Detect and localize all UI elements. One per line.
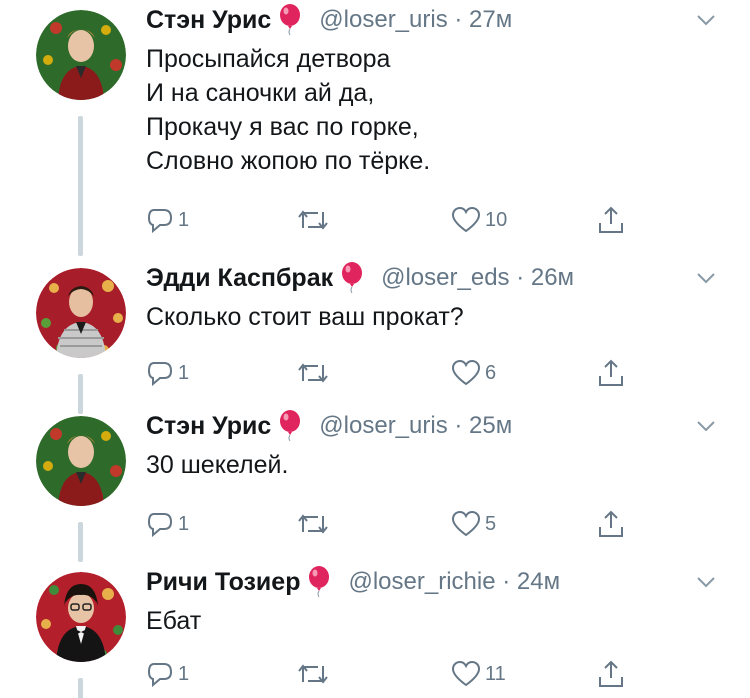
tweet-actions: 1 10	[146, 200, 646, 240]
share-icon	[599, 359, 623, 386]
tweet-actions: 1 6	[146, 353, 646, 393]
share-icon	[599, 510, 623, 537]
tweet[interactable]: Эдди Каспбрак @loser_eds · 26м Сколько с…	[0, 258, 750, 414]
reply-icon	[147, 513, 173, 538]
like-button[interactable]: 6	[451, 353, 496, 393]
tweet-header: Эдди Каспбрак @loser_eds · 26м	[146, 258, 730, 298]
tweet-text-line: И на саночки ай да,	[146, 79, 375, 107]
author-handle-time[interactable]: @loser_richie · 24м	[348, 568, 560, 596]
retweet-icon	[298, 664, 328, 684]
retweet-button[interactable]	[296, 353, 330, 393]
reply-button[interactable]: 1	[146, 504, 189, 544]
retweet-icon	[298, 210, 328, 230]
heart-icon	[451, 359, 481, 386]
tweet-text-line: Словно жопою по тёрке.	[146, 147, 431, 175]
avatar-column	[36, 10, 126, 100]
author-name[interactable]: Эдди Каспбрак	[146, 264, 333, 293]
tweet-content: Стэн Урис @loser_uris · 27м Просыпайся д…	[146, 0, 730, 234]
heart-icon	[451, 660, 481, 687]
tweet-content: Ричи Тозиер @loser_richie · 24м Ебат 1 1…	[146, 562, 730, 688]
red-balloon-icon	[279, 410, 301, 442]
reply-button[interactable]: 1	[146, 353, 189, 393]
red-balloon-icon	[279, 4, 301, 36]
reply-icon	[147, 362, 173, 387]
red-balloon-icon	[341, 262, 363, 294]
thread-line	[78, 678, 83, 698]
share-button[interactable]	[596, 200, 626, 240]
share-icon	[599, 206, 623, 233]
reply-count: 1	[178, 512, 190, 535]
tweet-content: Стэн Урис @loser_uris · 25м 30 шекелей. …	[146, 406, 730, 538]
reply-icon	[147, 209, 173, 234]
avatar[interactable]	[36, 572, 126, 662]
author-handle-time[interactable]: @loser_uris · 27м	[319, 6, 512, 34]
tweet-content: Эдди Каспбрак @loser_eds · 26м Сколько с…	[146, 258, 730, 387]
retweet-button[interactable]	[296, 654, 330, 694]
tweet[interactable]: Стэн Урис @loser_uris · 27м Просыпайся д…	[0, 0, 750, 256]
tweet-text-line: Прокачу я вас по горке,	[146, 113, 419, 141]
reply-icon	[147, 663, 173, 688]
red-balloon-icon	[308, 566, 330, 598]
tweet-text: Ебат	[146, 604, 730, 638]
avatar-column	[36, 416, 126, 506]
retweet-button[interactable]	[296, 200, 330, 240]
avatar[interactable]	[36, 416, 126, 506]
like-button[interactable]: 10	[451, 200, 507, 240]
chevron-down-icon[interactable]	[694, 570, 718, 594]
tweet-text: 30 шекелей.	[146, 448, 730, 482]
tweet-text-line: Сколько стоит ваш прокат?	[146, 303, 464, 331]
tweet-header: Ричи Тозиер @loser_richie · 24м	[146, 562, 730, 602]
thread-line	[78, 116, 83, 256]
heart-icon	[451, 206, 481, 233]
heart-icon	[451, 510, 481, 537]
tweet-text-line: Ебат	[146, 607, 202, 635]
tweet-header: Стэн Урис @loser_uris · 27м	[146, 0, 730, 40]
like-button[interactable]: 5	[451, 504, 496, 544]
tweet-text: Сколько стоит ваш прокат?	[146, 300, 730, 334]
reply-button[interactable]: 1	[146, 200, 189, 240]
tweet-text-line: 30 шекелей.	[146, 451, 289, 479]
author-name[interactable]: Ричи Тозиер	[146, 568, 300, 597]
author-handle-time[interactable]: @loser_uris · 25м	[319, 412, 512, 440]
reply-count: 1	[178, 662, 190, 685]
avatar-column	[36, 572, 126, 662]
share-button[interactable]	[596, 504, 626, 544]
tweet[interactable]: Ричи Тозиер @loser_richie · 24м Ебат 1 1…	[0, 562, 750, 698]
author-handle-time[interactable]: @loser_eds · 26м	[381, 264, 574, 292]
like-count: 6	[485, 361, 497, 384]
like-count: 11	[485, 662, 506, 685]
reply-button[interactable]: 1	[146, 654, 189, 694]
avatar[interactable]	[36, 10, 126, 100]
chevron-down-icon[interactable]	[694, 8, 718, 32]
avatar-column	[36, 268, 126, 358]
reply-count: 1	[178, 208, 190, 231]
like-button[interactable]: 11	[451, 654, 506, 694]
chevron-down-icon[interactable]	[694, 414, 718, 438]
tweet-header: Стэн Урис @loser_uris · 25м	[146, 406, 730, 446]
like-count: 10	[485, 208, 508, 231]
tweet-actions: 1 11	[146, 654, 646, 694]
thread-line	[78, 522, 83, 562]
tweet-text: Просыпайся детвора И на саночки ай да, П…	[146, 42, 730, 178]
author-name[interactable]: Стэн Урис	[146, 6, 271, 35]
chevron-down-icon[interactable]	[694, 266, 718, 290]
tweet-actions: 1 5	[146, 504, 646, 544]
retweet-icon	[298, 514, 328, 534]
author-name[interactable]: Стэн Урис	[146, 412, 271, 441]
tweet[interactable]: Стэн Урис @loser_uris · 25м 30 шекелей. …	[0, 406, 750, 562]
retweet-button[interactable]	[296, 504, 330, 544]
share-button[interactable]	[596, 654, 626, 694]
share-icon	[599, 660, 623, 687]
retweet-icon	[298, 363, 328, 383]
avatar[interactable]	[36, 268, 126, 358]
share-button[interactable]	[596, 353, 626, 393]
tweet-text-line: Просыпайся детвора	[146, 45, 391, 73]
like-count: 5	[485, 512, 497, 535]
reply-count: 1	[178, 361, 190, 384]
